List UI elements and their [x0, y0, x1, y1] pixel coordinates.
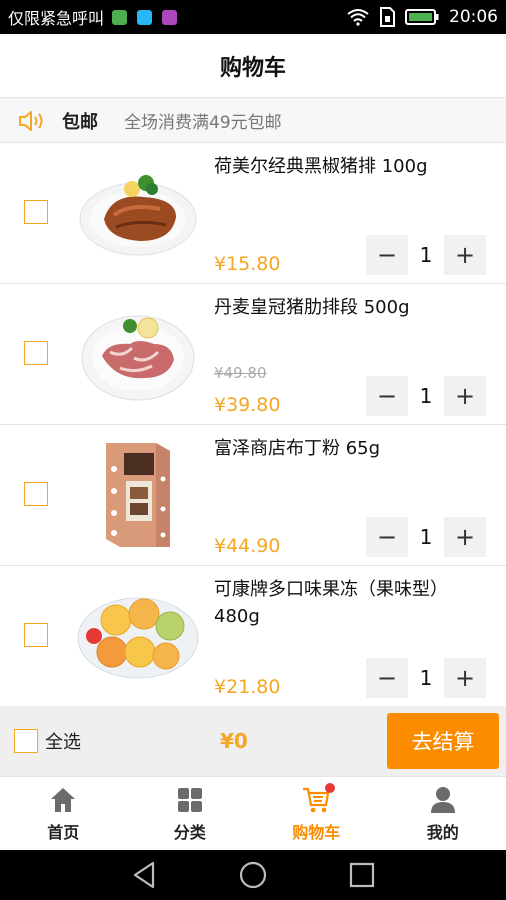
checkout-button[interactable]: 去结算: [387, 713, 499, 769]
tab-label: 首页: [47, 822, 80, 842]
quantity-value: 1: [419, 243, 433, 267]
decrement-button[interactable]: −: [366, 235, 408, 275]
quantity-value: 1: [419, 384, 433, 408]
decrement-button[interactable]: −: [366, 658, 408, 698]
cart-icon-wrap: [301, 782, 336, 815]
tab-label: 分类: [173, 822, 206, 842]
cart-item[interactable]: 丹麦皇冠猪肋排段 500g ¥49.80 ¥39.80 − 1 +: [0, 284, 506, 425]
carrier-text: 仅限紧急呼叫: [8, 9, 105, 28]
page-header: 购物车: [0, 34, 506, 98]
home-circle-icon[interactable]: [239, 861, 267, 889]
original-price: ¥49.80: [214, 364, 267, 382]
item-checkbox[interactable]: [24, 482, 48, 506]
cart-badge-dot: [325, 782, 336, 793]
tab-category[interactable]: 分类: [127, 777, 254, 850]
decrement-button[interactable]: −: [366, 376, 408, 416]
app-notification-icon: [162, 9, 178, 25]
checkout-bar: 全选 ¥0 去结算: [0, 706, 506, 776]
page-title: 购物车: [219, 55, 286, 81]
product-name[interactable]: 可康牌多口味果冻（果味型）480g: [214, 576, 484, 630]
product-image-pork-ribs[interactable]: [72, 298, 202, 410]
cart-item[interactable]: 可康牌多口味果冻（果味型）480g ¥21.80 − 1 +: [0, 566, 506, 706]
tab-profile[interactable]: 我的: [380, 777, 506, 850]
quantity-stepper[interactable]: − 1 +: [366, 517, 486, 557]
status-bar: 仅限紧急呼叫 20:06: [0, 0, 506, 34]
tab-cart[interactable]: 购物车: [253, 777, 380, 850]
tab-label: 我的: [426, 822, 459, 842]
item-checkbox[interactable]: [24, 341, 48, 365]
increment-button[interactable]: +: [444, 517, 486, 557]
wifi-icon: [347, 9, 369, 26]
product-price: ¥39.80: [214, 394, 281, 416]
item-checkbox[interactable]: [24, 623, 48, 647]
product-image-fruit-jelly[interactable]: [72, 580, 202, 692]
cart-list[interactable]: 荷美尔经典黑椒猪排 100g ¥15.80 − 1 + 丹麦皇冠猪肋排段 500…: [0, 143, 506, 706]
back-icon[interactable]: [131, 861, 157, 889]
system-nav-bar: [0, 850, 506, 900]
quantity-stepper[interactable]: − 1 +: [366, 658, 486, 698]
app-notification-icon: [137, 9, 153, 25]
total-price: ¥0: [220, 729, 248, 753]
cart-item[interactable]: 富泽商店布丁粉 65g ¥44.90 − 1 +: [0, 425, 506, 566]
shipping-notice: 包邮 全场消费满49元包邮: [0, 99, 506, 143]
profile-icon: [430, 786, 455, 813]
app-notification-icon: [112, 9, 128, 25]
product-name[interactable]: 富泽商店布丁粉 65g: [214, 435, 484, 462]
home-icon: [51, 787, 76, 812]
product-price: ¥21.80: [214, 676, 281, 698]
cart-item[interactable]: 荷美尔经典黑椒猪排 100g ¥15.80 − 1 +: [0, 143, 506, 284]
bottom-tab-bar: 首页 分类 购物车 我的: [0, 776, 506, 850]
recents-icon[interactable]: [349, 862, 375, 888]
clock: 20:06: [449, 7, 498, 27]
select-all-label[interactable]: 全选: [45, 728, 81, 754]
battery-icon: [405, 9, 439, 25]
sim-icon: [380, 7, 395, 27]
product-name[interactable]: 荷美尔经典黑椒猪排 100g: [214, 153, 484, 180]
increment-button[interactable]: +: [444, 235, 486, 275]
product-image-pork-chop[interactable]: [72, 157, 202, 269]
category-icon: [177, 787, 202, 812]
tab-label: 购物车: [292, 822, 341, 842]
product-image-pudding-box[interactable]: [72, 439, 202, 551]
shipping-text: 全场消费满49元包邮: [124, 113, 282, 133]
product-price: ¥15.80: [214, 253, 281, 275]
product-name[interactable]: 丹麦皇冠猪肋排段 500g: [214, 294, 484, 321]
tab-home[interactable]: 首页: [0, 777, 127, 850]
speaker-icon: [19, 110, 43, 131]
product-price: ¥44.90: [214, 535, 281, 557]
select-all-checkbox[interactable]: [14, 729, 38, 753]
increment-button[interactable]: +: [444, 376, 486, 416]
increment-button[interactable]: +: [444, 658, 486, 698]
item-checkbox[interactable]: [24, 200, 48, 224]
quantity-stepper[interactable]: − 1 +: [366, 235, 486, 275]
quantity-value: 1: [419, 666, 433, 690]
quantity-stepper[interactable]: − 1 +: [366, 376, 486, 416]
decrement-button[interactable]: −: [366, 517, 408, 557]
quantity-value: 1: [419, 525, 433, 549]
shipping-tag: 包邮: [62, 111, 98, 133]
